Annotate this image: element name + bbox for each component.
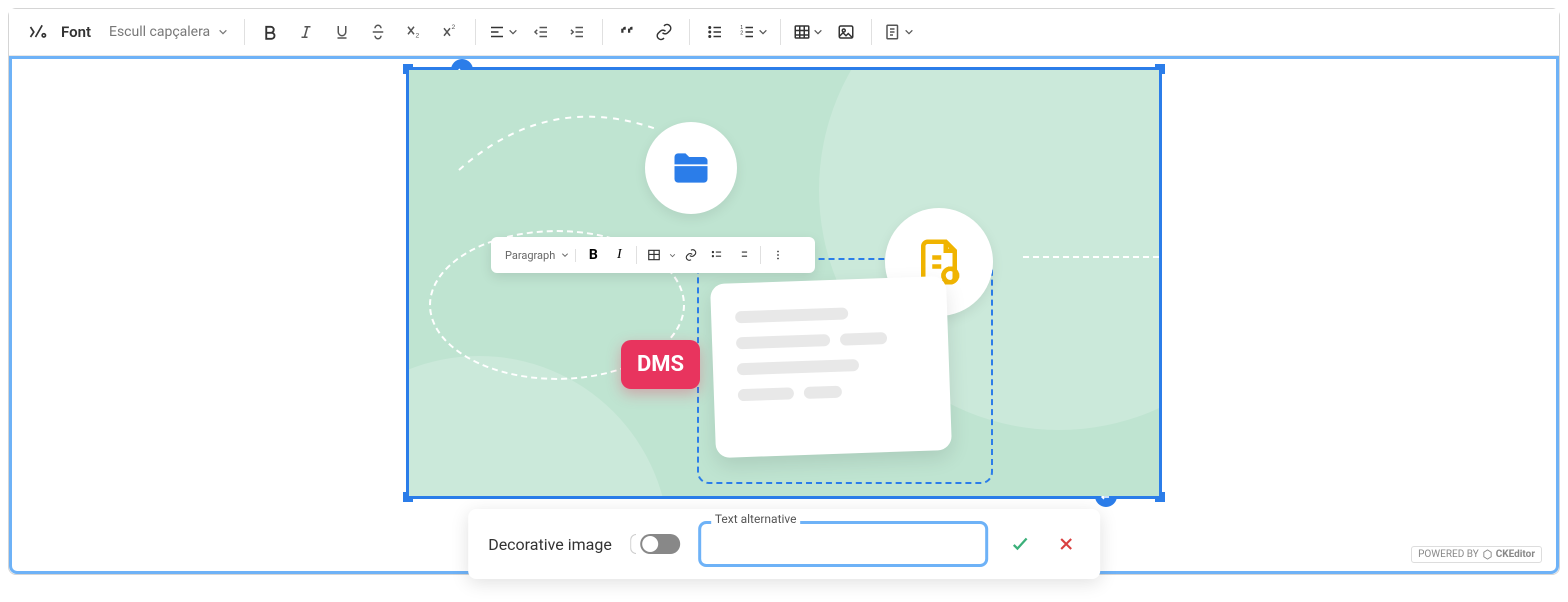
editor-content[interactable]: Paragraph B I xyxy=(9,56,1559,574)
embedded-table-icon xyxy=(643,244,665,266)
decorative-image-label: Decorative image xyxy=(488,535,612,554)
embedded-bullet-icon xyxy=(706,244,728,266)
heading-dropdown[interactable]: Escull capçalera xyxy=(101,20,236,44)
font-label: Font xyxy=(57,23,99,41)
toolbar-separator xyxy=(871,19,872,45)
confirm-button[interactable] xyxy=(1006,530,1034,558)
toolbar-separator xyxy=(689,19,690,45)
italic-button[interactable] xyxy=(289,15,323,49)
bold-button[interactable] xyxy=(253,15,287,49)
folder-icon xyxy=(645,122,737,214)
subscript-button[interactable]: 2 xyxy=(397,15,431,49)
powered-by-badge[interactable]: POWERED BY CKEditor xyxy=(1411,546,1542,563)
source-icon[interactable] xyxy=(21,15,55,49)
embedded-paragraph-dropdown: Paragraph xyxy=(499,249,576,262)
outdent-button[interactable] xyxy=(524,15,558,49)
text-alternative-label: Text alternative xyxy=(711,512,801,526)
selected-image-frame[interactable]: Paragraph B I xyxy=(406,67,1162,499)
link-button[interactable] xyxy=(647,15,681,49)
indent-button[interactable] xyxy=(560,15,594,49)
toolbar-separator xyxy=(244,19,245,45)
blockquote-button[interactable] xyxy=(611,15,645,49)
numbered-list-button[interactable]: 12 xyxy=(734,15,772,49)
underline-button[interactable] xyxy=(325,15,359,49)
svg-text:2: 2 xyxy=(452,24,456,31)
templates-button[interactable] xyxy=(880,15,918,49)
embedded-toolbar: Paragraph B I xyxy=(491,237,815,273)
strikethrough-button[interactable] xyxy=(361,15,395,49)
toolbar-separator xyxy=(475,19,476,45)
bullet-list-button[interactable] xyxy=(698,15,732,49)
embedded-bold-icon: B xyxy=(582,244,604,266)
align-button[interactable] xyxy=(484,15,522,49)
document-card xyxy=(710,276,952,458)
svg-text:2: 2 xyxy=(740,30,743,36)
dms-badge: DMS xyxy=(621,340,700,389)
embedded-numbered-icon xyxy=(732,244,754,266)
editor-container: Font Escull capçalera 2 2 12 xyxy=(8,8,1560,575)
image-alt-panel: Decorative image Text alternative xyxy=(468,509,1100,579)
text-alternative-input[interactable] xyxy=(713,532,973,556)
toolbar-separator xyxy=(602,19,603,45)
heading-placeholder: Escull capçalera xyxy=(109,24,210,40)
image-content: Paragraph B I xyxy=(409,70,1159,496)
image-button[interactable] xyxy=(829,15,863,49)
text-alternative-field[interactable]: Text alternative xyxy=(698,521,988,567)
superscript-button[interactable]: 2 xyxy=(433,15,467,49)
embedded-link-icon xyxy=(680,244,702,266)
decorative-toggle[interactable] xyxy=(640,534,680,554)
main-toolbar: Font Escull capçalera 2 2 12 xyxy=(9,9,1559,56)
table-button[interactable] xyxy=(789,15,827,49)
toolbar-separator xyxy=(780,19,781,45)
cancel-button[interactable] xyxy=(1052,530,1080,558)
embedded-more-icon xyxy=(767,244,789,266)
svg-text:2: 2 xyxy=(416,32,420,39)
embedded-italic-icon: I xyxy=(608,244,630,266)
